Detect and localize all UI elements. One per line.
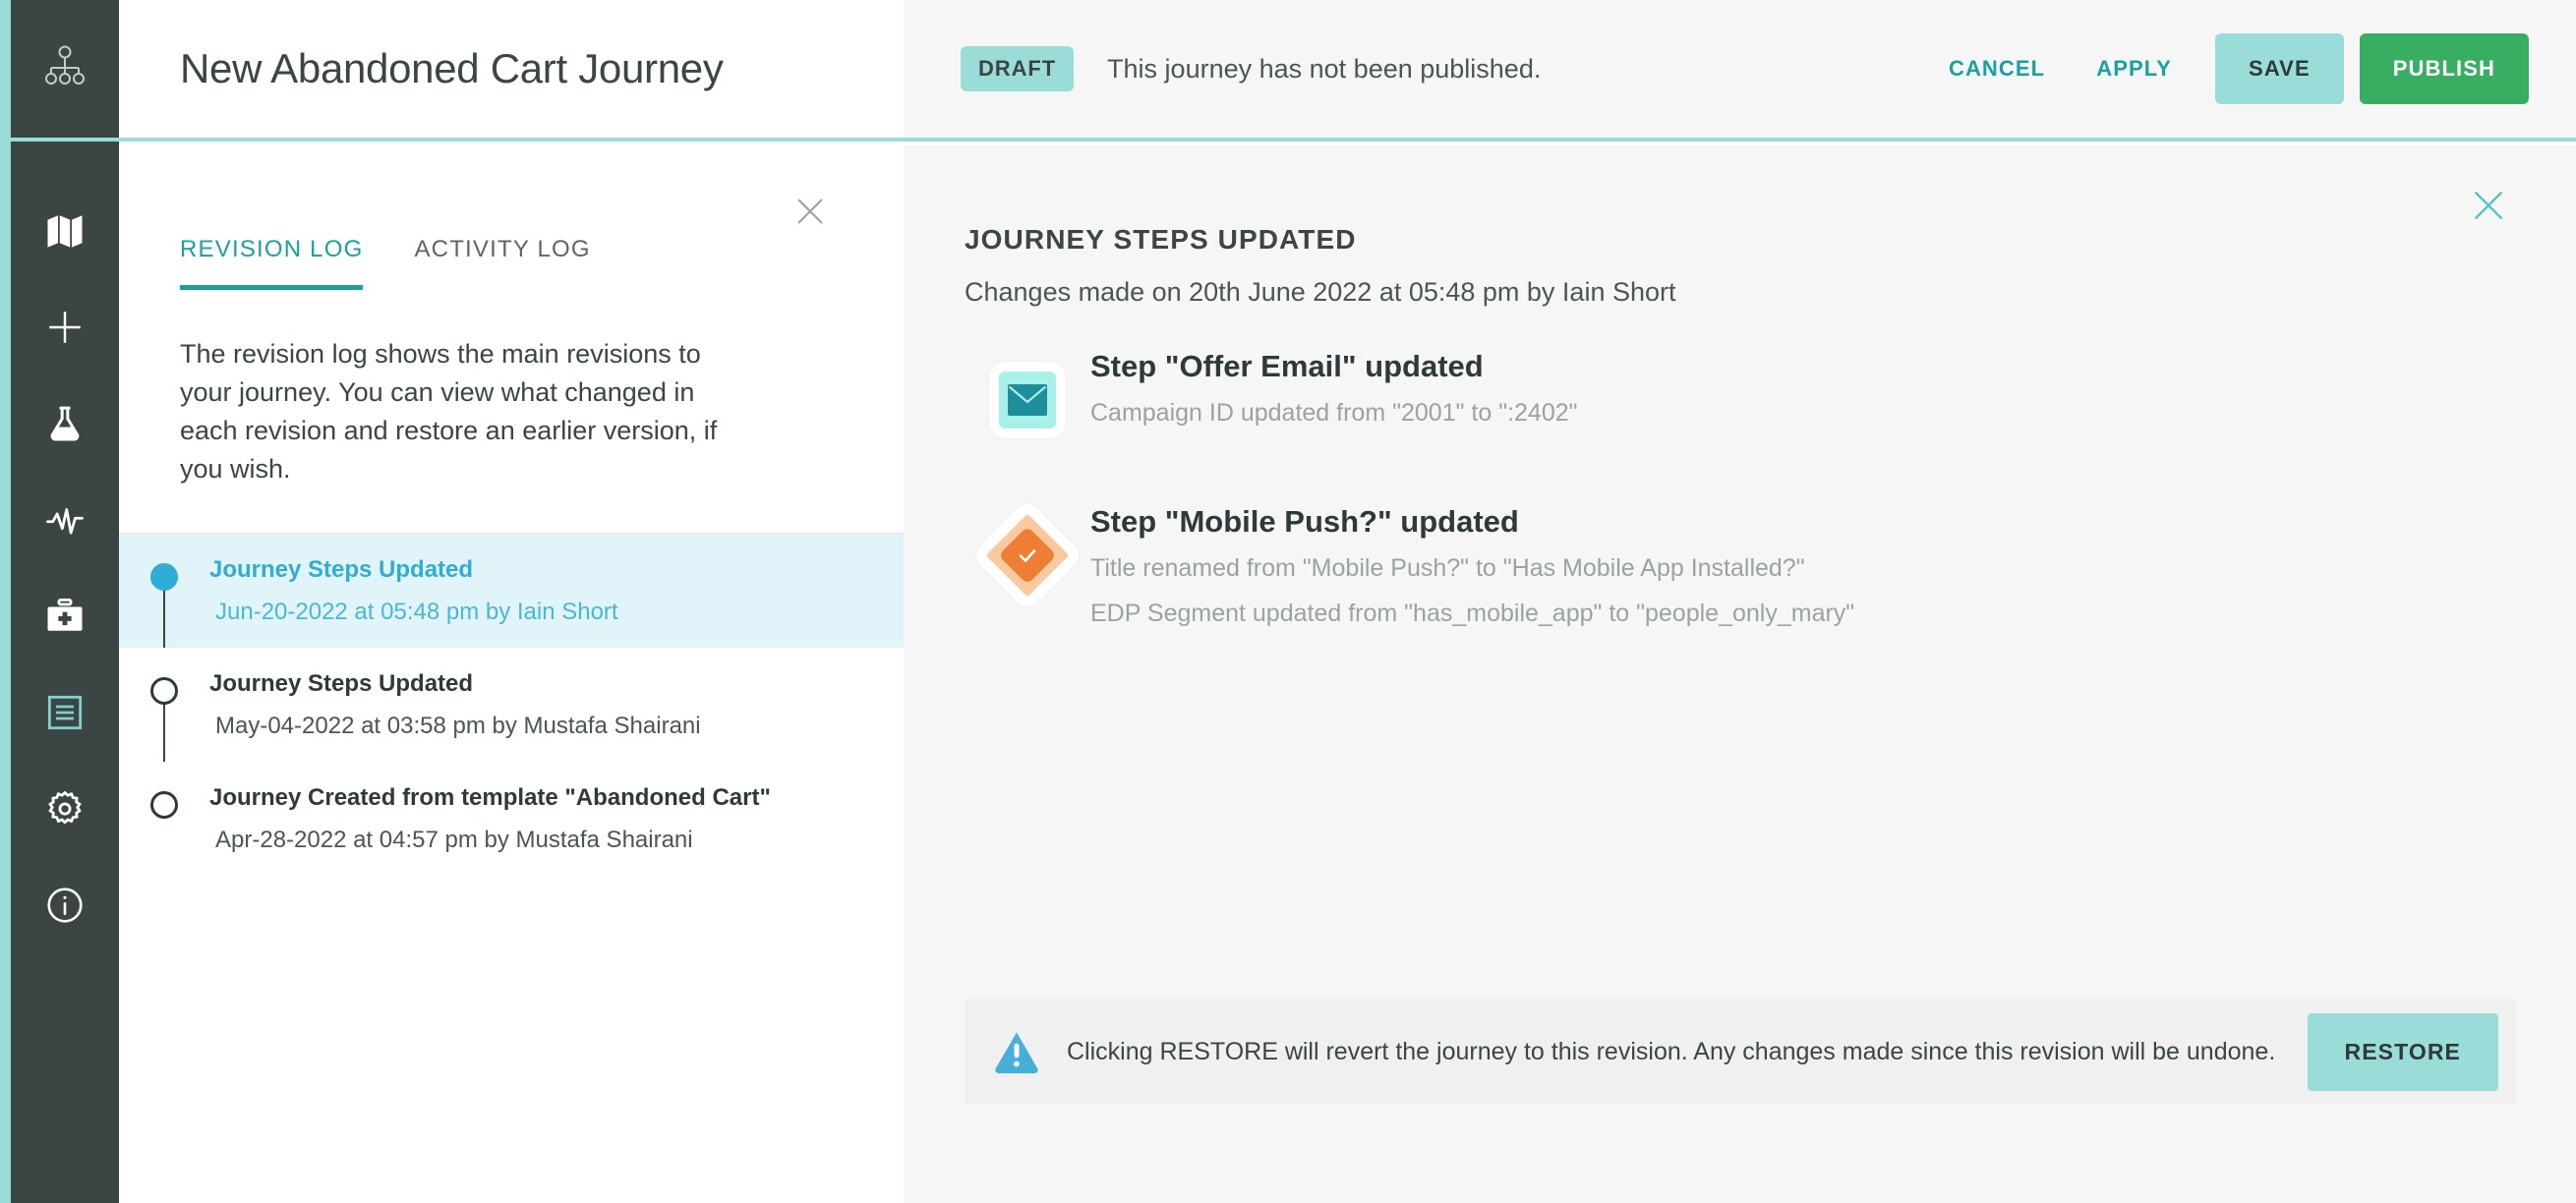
timeline-marker	[119, 783, 209, 854]
revision-meta: May-04-2022 at 03:58 pm by Mustafa Shair…	[215, 712, 701, 739]
page-title: New Abandoned Cart Journey	[180, 45, 724, 91]
change-detail: EDP Segment updated from "has_mobile_app…	[1090, 599, 1855, 627]
timeline-dot	[150, 676, 178, 705]
sidebar-item-logs[interactable]	[11, 664, 119, 761]
revision-item[interactable]: Journey Steps Updated Jun-20-2022 at 05:…	[119, 533, 904, 648]
restore-button[interactable]: RESTORE	[2307, 1012, 2498, 1091]
revision-meta: Jun-20-2022 at 05:48 pm by Iain Short	[215, 598, 618, 625]
revision-body: Journey Steps Updated May-04-2022 at 03:…	[209, 669, 731, 740]
sidebar-item-experiments[interactable]	[11, 375, 119, 472]
detail-subtitle: Changes made on 20th June 2022 at 05:48 …	[965, 277, 1676, 307]
revision-log-panel: REVISION LOG ACTIVITY LOG The revision l…	[119, 145, 904, 1203]
flask-icon	[45, 404, 85, 443]
apply-button[interactable]: APPLY	[2071, 36, 2197, 101]
sidebar-item-map[interactable]	[11, 183, 119, 279]
timeline-dot-current	[150, 562, 178, 591]
revision-meta: Apr-28-2022 at 04:57 pm by Mustafa Shair…	[215, 826, 693, 853]
timeline-marker	[119, 555, 209, 648]
revision-timeline: Journey Steps Updated Jun-20-2022 at 05:…	[119, 533, 904, 876]
close-icon[interactable]	[2470, 187, 2507, 224]
decision-diamond-icon	[970, 498, 1084, 612]
page-header: New Abandoned Cart Journey DRAFT This jo…	[119, 0, 2576, 142]
header-buttons: CANCEL APPLY SAVE PUBLISH	[1923, 33, 2529, 104]
revision-item[interactable]: Journey Created from template "Abandoned…	[119, 762, 904, 876]
email-step-icon	[989, 362, 1066, 438]
revision-body: Journey Steps Updated Jun-20-2022 at 05:…	[209, 555, 648, 626]
panel-description: The revision log shows the main revision…	[180, 339, 718, 485]
left-icon-rail	[11, 0, 119, 1203]
sidebar-item-analytics[interactable]	[11, 472, 119, 568]
warning-triangle-icon	[992, 1027, 1045, 1076]
rail-items	[11, 142, 119, 953]
panel-tabs: REVISION LOG ACTIVITY LOG	[119, 236, 904, 290]
publish-button[interactable]: PUBLISH	[2359, 33, 2529, 104]
app-root: New Abandoned Cart Journey DRAFT This jo…	[0, 0, 2576, 1203]
map-icon	[44, 210, 86, 252]
change-icon-wrap	[965, 341, 1090, 459]
sidebar-item-add[interactable]	[11, 279, 119, 375]
log-list-icon	[45, 693, 85, 732]
gear-icon	[44, 788, 86, 830]
accent-strip	[0, 0, 11, 1203]
change-detail: Title renamed from "Mobile Push?" to "Ha…	[1090, 554, 1805, 583]
revision-detail-panel: JOURNEY STEPS UPDATED Changes made on 20…	[904, 145, 2576, 1203]
revision-title: Journey Created from template "Abandoned…	[209, 783, 771, 811]
restore-warning-text: Clicking RESTORE will revert the journey…	[1067, 1037, 2276, 1065]
close-icon[interactable]	[793, 195, 827, 228]
cancel-button[interactable]: CANCEL	[1923, 36, 2071, 101]
briefcase-medical-icon	[44, 596, 86, 637]
change-list: Step "Offer Email" updated Campaign ID u…	[904, 308, 2576, 631]
publish-status-text: This journey has not been published.	[1107, 53, 1542, 84]
sidebar-item-info[interactable]	[11, 857, 119, 953]
revision-title: Journey Steps Updated	[209, 669, 474, 697]
app-logo[interactable]	[11, 0, 119, 142]
status-badge: DRAFT	[961, 46, 1075, 91]
change-item: Step "Offer Email" updated Campaign ID u…	[965, 341, 2576, 459]
org-chart-icon	[42, 44, 88, 94]
detail-title: JOURNEY STEPS UPDATED	[965, 224, 1357, 255]
timeline-marker	[119, 669, 209, 762]
tab-revision-log[interactable]: REVISION LOG	[180, 236, 364, 290]
sidebar-item-settings[interactable]	[11, 761, 119, 857]
change-text: Step "Mobile Push?" updated Title rename…	[1090, 496, 1854, 631]
tab-activity-log[interactable]: ACTIVITY LOG	[414, 236, 590, 290]
change-item: Step "Mobile Push?" updated Title rename…	[965, 496, 2576, 631]
revision-title: Journey Steps Updated	[209, 555, 474, 583]
restore-banner: Clicking RESTORE will revert the journey…	[965, 999, 2516, 1105]
plus-icon	[44, 307, 86, 348]
change-title: Step "Mobile Push?" updated	[1090, 504, 1519, 539]
change-title: Step "Offer Email" updated	[1090, 349, 1484, 383]
header-actions-area: DRAFT This journey has not been publishe…	[904, 0, 2576, 138]
check-diamond-inner	[998, 526, 1057, 585]
pulse-icon	[44, 499, 86, 541]
revision-body: Journey Created from template "Abandoned…	[209, 783, 800, 854]
timeline-dot	[150, 790, 178, 819]
change-detail: Campaign ID updated from "2001" to ":240…	[1090, 399, 1578, 428]
sidebar-item-toolkit[interactable]	[11, 568, 119, 664]
save-button[interactable]: SAVE	[2215, 33, 2344, 104]
revision-item[interactable]: Journey Steps Updated May-04-2022 at 03:…	[119, 648, 904, 762]
change-text: Step "Offer Email" updated Campaign ID u…	[1090, 341, 1578, 431]
info-circle-icon	[44, 885, 86, 926]
header-title-area: New Abandoned Cart Journey	[119, 0, 904, 138]
change-icon-wrap	[965, 496, 1090, 614]
